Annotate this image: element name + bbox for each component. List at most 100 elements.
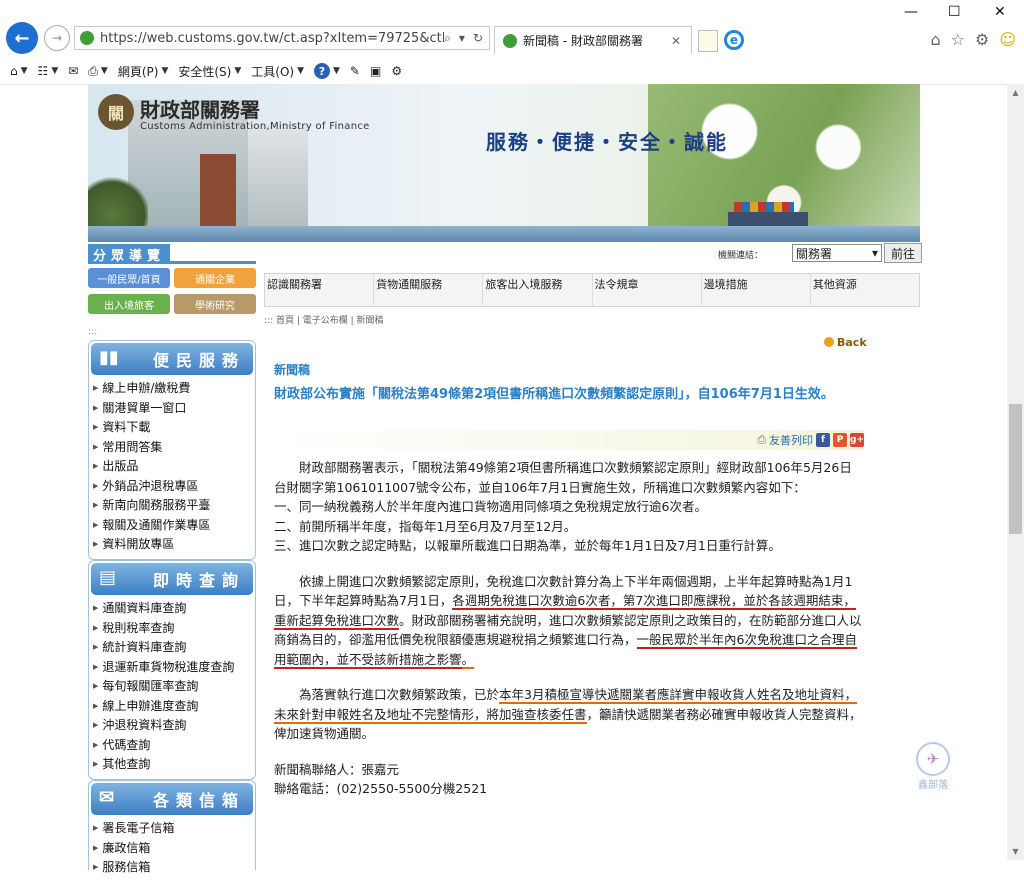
mail-button[interactable]: ✉ [68, 64, 78, 78]
rss-icon: ☷ [37, 64, 49, 78]
settings-gear-icon[interactable]: ⚙ [975, 30, 989, 49]
sidebar-item[interactable]: ▶ 沖退稅資料查詢 [93, 716, 255, 736]
translate-button[interactable]: ✎ [350, 64, 360, 78]
maximize-icon[interactable]: ☐ [948, 4, 961, 20]
forward-button[interactable]: → [44, 25, 70, 51]
sidebar-item[interactable]: ▶ 每旬報關匯率查詢 [93, 677, 255, 697]
back-link[interactable]: Back [824, 336, 867, 349]
division-button-academic[interactable]: 學術研究 [174, 294, 256, 314]
feeds-button[interactable]: ☷ ▼ [38, 64, 59, 78]
arrow-right-icon: ▶ [93, 843, 99, 852]
close-tab-icon[interactable]: ✕ [671, 34, 685, 48]
site-link-select[interactable]: 關務署 ▾ [792, 244, 882, 262]
google-plus-icon[interactable]: g+ [850, 433, 864, 447]
accesskey-dots: ::: [88, 327, 98, 337]
site-link-label: 機關連結： [718, 251, 764, 261]
gear-icon: ⚙ [391, 64, 403, 78]
sidebar-item[interactable]: ▶ 線上申辦進度查詢 [93, 697, 255, 717]
sidebar-item[interactable]: ▶ 外銷品沖退稅專區 [93, 477, 255, 497]
favorites-star-icon[interactable]: ☆ [951, 30, 965, 49]
sidebar-item[interactable]: ▶ 關港貿單一窗口 [93, 399, 255, 419]
help-icon: ? [314, 63, 330, 79]
scroll-down-icon[interactable]: ▼ [1007, 843, 1024, 860]
tools-menu[interactable]: 工具(O) ▼ [251, 63, 304, 80]
paragraph: 依據上開進口次數頻繁認定原則，免稅進口次數計算分為上下半年兩個週期，上半年起算時… [274, 572, 864, 670]
sidebar-item[interactable]: ▶ 代碼查詢 [93, 736, 255, 756]
sidebar-item-label: 沖退稅資料查詢 [102, 718, 187, 732]
sidebar-item[interactable]: ▶ 其他查詢 [93, 755, 255, 775]
scroll-thumb[interactable] [1009, 404, 1022, 534]
tab-favicon-icon [503, 33, 517, 48]
settings-button[interactable]: ⚙ [391, 64, 402, 78]
dropdown-icon: ▼ [161, 66, 169, 76]
url-text[interactable]: https://web.customs.gov.tw/ct.asp?xItem=… [100, 31, 444, 46]
sidebar-item-label: 外銷品沖退稅專區 [102, 478, 199, 493]
search-icon[interactable]: ⌕ [444, 31, 451, 46]
print-button[interactable]: ⎙ ▼ [88, 64, 108, 79]
org-name[interactable]: 財政部關務署 [140, 94, 260, 123]
division-button-traveler[interactable]: 出入境旅客 [88, 294, 170, 314]
sidebar-item[interactable]: ▶ 新南向關務服務平臺 [93, 496, 255, 516]
division-button-general[interactable]: 一般民眾/首頁 [88, 268, 170, 288]
menu-item-regulations[interactable]: 法令規章 [593, 274, 702, 306]
cargo-ship-illustration [728, 202, 808, 226]
go-button[interactable]: 前往 [884, 243, 922, 263]
back-button[interactable]: ← [6, 22, 38, 54]
sidebar-item[interactable]: ▶ 資料開放專區 [93, 535, 255, 555]
menu-item-passenger[interactable]: 旅客出入境服務 [483, 274, 593, 306]
customs-seal-logo[interactable]: 關 [98, 94, 134, 130]
paragraph: 為落實執行進口次數頻繁政策，已於本年3月積極宣導快遞關業者應詳實申報收貨人姓名及… [274, 685, 864, 744]
sidebar-item-label: 資料下載 [102, 420, 151, 434]
tab-title: 新聞稿 - 財政部關務署 [523, 34, 643, 48]
menu-item-border[interactable]: 邊境措施 [702, 274, 811, 306]
facebook-icon[interactable]: f [816, 433, 830, 447]
arrow-right-icon: ▶ [93, 643, 99, 651]
sidebar-box-header: ✉ 各類信箱 [91, 783, 253, 815]
dropdown-icon[interactable]: ▾ [459, 31, 465, 46]
contact-phone: 聯絡電話：(02)2550-5500分機2521 [274, 781, 488, 796]
minimize-icon[interactable]: — [904, 4, 918, 20]
close-window-icon[interactable]: ✕ [994, 4, 1006, 20]
page-menu[interactable]: 網頁(P) ▼ [118, 63, 169, 80]
document-icon: ▤ [99, 567, 117, 588]
sidebar-item[interactable]: ▶ 線上申辦/繳稅費 [93, 379, 255, 399]
print-link[interactable]: 友善列印 [769, 432, 813, 448]
ie-logo-icon[interactable]: e [724, 30, 744, 50]
safety-menu[interactable]: 安全性(S) ▼ [178, 63, 241, 80]
plurk-icon[interactable]: P [833, 433, 847, 447]
org-name-english: Customs Administration,Ministry of Finan… [140, 121, 370, 132]
sidebar-item[interactable]: ▶ 署長電子信箱 [93, 819, 255, 839]
address-bar[interactable]: https://web.customs.gov.tw/ct.asp?xItem=… [74, 26, 490, 50]
menu-item-resources[interactable]: 其他資源 [811, 274, 919, 306]
sidebar-item[interactable]: ▶ 報關及通關作業專區 [93, 516, 255, 536]
sidebar-item[interactable]: ▶ 廉政信箱 [93, 839, 255, 859]
arrow-right-icon: ▶ [93, 824, 99, 832]
back-link-label: Back [837, 336, 867, 349]
research-button[interactable]: ▣ [370, 64, 381, 78]
refresh-icon[interactable]: ↻ [473, 31, 483, 46]
menu-item-about[interactable]: 認識關務署 [265, 274, 375, 306]
sidebar-item[interactable]: ▶ 資料下載 [93, 418, 255, 438]
feedback-smiley-icon[interactable]: ☺ [999, 30, 1016, 49]
division-button-enterprise[interactable]: 通關企業 [174, 268, 256, 288]
new-tab-button[interactable] [698, 30, 718, 52]
home-icon[interactable]: ⌂ [930, 30, 940, 49]
scroll-up-icon[interactable]: ▲ [1007, 84, 1024, 101]
sidebar-item[interactable]: ▶ 服務信箱 [93, 858, 255, 878]
home-button[interactable]: ⌂ ▼ [10, 64, 28, 78]
sidebar-item[interactable]: ▶ 統計資料庫查詢 [93, 638, 255, 658]
arrow-right-icon: ▶ [93, 721, 99, 729]
sidebar-item[interactable]: ▶ 稅則稅率查詢 [93, 619, 255, 639]
sidebar-item[interactable]: ▶ 常用問答集 [93, 438, 255, 458]
menu-item-cargo[interactable]: 貨物通關服務 [374, 274, 484, 306]
help-menu[interactable]: ? ▼ [314, 63, 340, 79]
sidebar-item[interactable]: ▶ 通關資料庫查詢 [93, 599, 255, 619]
tab-active[interactable]: 新聞稿 - 財政部關務署 ✕ [494, 26, 692, 54]
vertical-scrollbar[interactable]: ▲ ▼ [1007, 84, 1024, 860]
sidebar-item[interactable]: ▶ 出版品 [93, 457, 255, 477]
command-bar: ⌂ ▼ ☷ ▼ ✉ ⎙ ▼ 網頁(P) ▼ 安全性(S) ▼ 工具(O) ▼ ? ▼ ✎ ▣ … [0, 58, 1024, 85]
sidebar-item[interactable]: ▶ 退運新車貨物稅進度查詢 [93, 658, 255, 678]
site-favicon-icon [80, 31, 94, 45]
breadcrumb[interactable]: ::: 首頁 | 電子公布欄 | 新聞稿 [264, 313, 383, 326]
text-span: 為落實執行進口次數頻繁政策，已於 [299, 687, 500, 702]
